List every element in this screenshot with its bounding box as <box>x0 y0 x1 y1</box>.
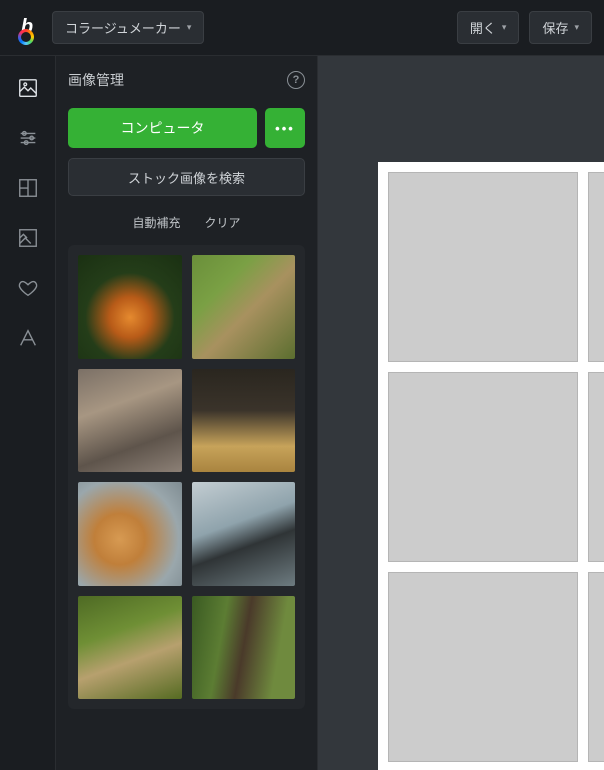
heart-icon <box>17 277 39 299</box>
layout-icon <box>17 177 39 199</box>
save-button-label: 保存 <box>542 18 568 37</box>
autofill-link[interactable]: 自動補充 <box>132 214 180 231</box>
stock-search-label: ストック画像を検索 <box>128 168 245 187</box>
open-button-label: 開く <box>470 18 496 37</box>
text-icon <box>17 327 39 349</box>
rail-favorites[interactable] <box>12 272 44 304</box>
thumb-bw-kitten[interactable] <box>192 482 296 586</box>
chevron-down-icon: ▾ <box>502 22 507 33</box>
mode-selector-label: コラージュメーカー <box>65 18 181 37</box>
open-button[interactable]: 開く ▾ <box>457 11 520 44</box>
collage-slot[interactable] <box>588 572 604 762</box>
rail-layouts[interactable] <box>12 172 44 204</box>
thumb-three-kittens[interactable] <box>192 369 296 473</box>
thumb-cat-tree[interactable] <box>192 596 296 700</box>
image-icon <box>17 77 39 99</box>
help-icon[interactable]: ? <box>287 71 305 89</box>
collage-slot[interactable] <box>388 572 578 762</box>
rail-text[interactable] <box>12 322 44 354</box>
upload-computer-button[interactable]: コンピュータ <box>68 108 257 148</box>
background-icon <box>17 227 39 249</box>
clear-link[interactable]: クリア <box>205 214 241 231</box>
collage-slot[interactable] <box>588 372 604 562</box>
logo-ring-icon <box>18 29 34 45</box>
rail-adjust[interactable] <box>12 122 44 154</box>
upload-computer-label: コンピュータ <box>121 118 205 138</box>
thumb-orange-kitten[interactable] <box>78 482 182 586</box>
thumb-tabby-sleep[interactable] <box>78 369 182 473</box>
image-manager-panel: 画像管理 ? コンピュータ ••• ストック画像を検索 自動補充 クリア <box>56 56 318 770</box>
save-button[interactable]: 保存 ▾ <box>529 11 592 44</box>
chevron-down-icon: ▾ <box>574 22 579 33</box>
upload-more-button[interactable]: ••• <box>265 108 305 148</box>
rail-image-manager[interactable] <box>12 72 44 104</box>
mode-selector[interactable]: コラージュメーカー ▾ <box>52 11 204 44</box>
collage-frame <box>378 162 604 770</box>
sliders-icon <box>17 127 39 149</box>
collage-slot[interactable] <box>388 172 578 362</box>
thumb-kitten-lookup[interactable] <box>78 596 182 700</box>
sidebar-rail <box>0 56 56 770</box>
thumb-tiger[interactable] <box>78 255 182 359</box>
panel-title: 画像管理 <box>68 70 124 90</box>
ellipsis-icon: ••• <box>275 121 295 136</box>
chevron-down-icon: ▾ <box>187 22 192 33</box>
stock-search-button[interactable]: ストック画像を検索 <box>68 158 305 196</box>
rail-background[interactable] <box>12 222 44 254</box>
topbar: b コラージュメーカー ▾ 開く ▾ 保存 ▾ <box>0 0 604 56</box>
app-logo[interactable]: b <box>12 13 42 43</box>
canvas-area[interactable] <box>318 56 604 770</box>
collage-slot[interactable] <box>588 172 604 362</box>
collage-slot[interactable] <box>388 372 578 562</box>
thumbnail-grid <box>68 245 305 709</box>
thumb-kitten-grass[interactable] <box>192 255 296 359</box>
